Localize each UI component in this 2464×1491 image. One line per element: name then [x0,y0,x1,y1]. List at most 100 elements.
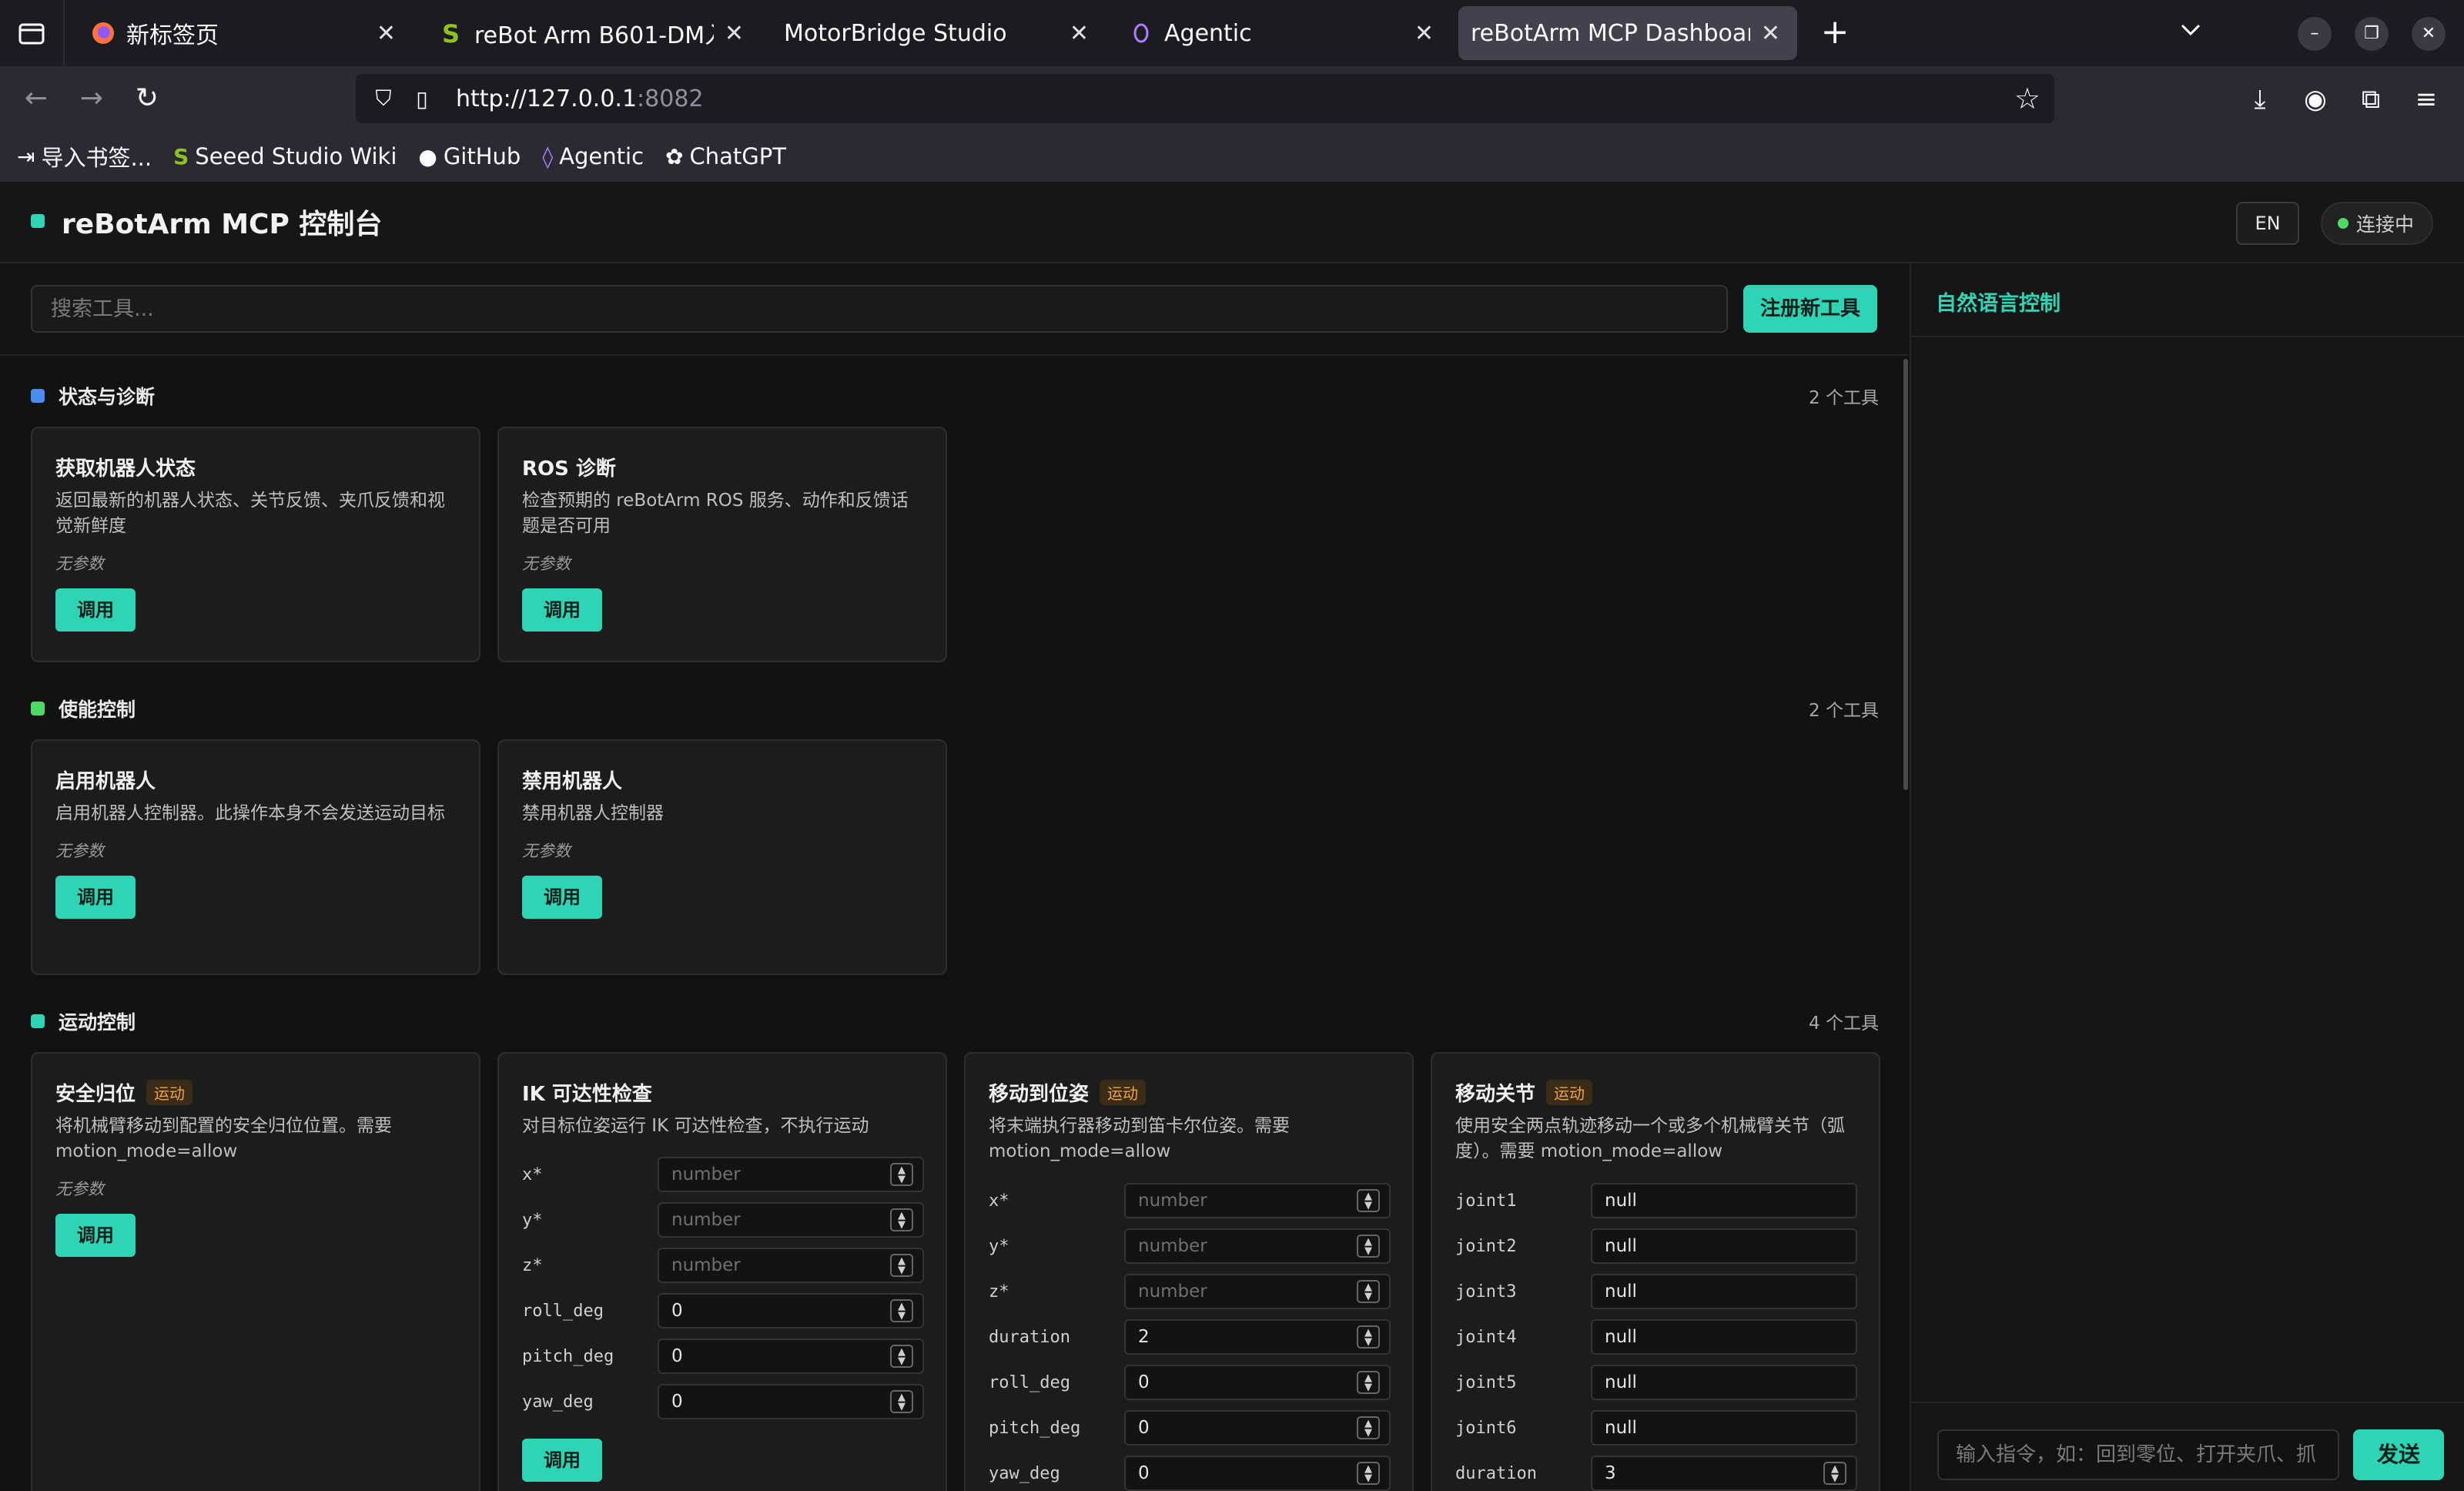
search-input[interactable] [31,285,1728,333]
stepper-icon[interactable]: ▲ ▼ [1357,1235,1380,1258]
stepper-icon[interactable]: ▲ ▼ [890,1390,913,1413]
section-dot-icon [31,389,45,403]
no-params-label: 无参数 [522,555,571,573]
back-arrow-icon[interactable]: ← [17,80,55,119]
shield-icon[interactable]: ⛉ [368,85,399,112]
tool-title: IK 可达性检查 [522,1082,652,1106]
param-input-y[interactable]: number ▲ ▼ [1124,1228,1391,1264]
param-input-duration[interactable]: 3 ▲ ▼ [1591,1456,1857,1491]
close-icon[interactable]: ✕ [725,20,744,47]
tab-overview-button[interactable] [0,0,65,66]
param-row-joint3: joint3 null [1455,1274,1863,1309]
bookmark-import[interactable]: ⇥ 导入书签... [17,140,152,173]
page-icon[interactable]: ▯ [407,86,437,112]
param-row-duration: duration 2 ▲ ▼ [989,1319,1397,1355]
stepper-icon[interactable]: ▲ ▼ [890,1299,913,1322]
account-icon[interactable]: ◉ [2296,80,2335,119]
param-input-roll[interactable]: 0 ▲ ▼ [658,1293,924,1328]
chatgpt-icon: ✿ [665,143,684,169]
param-label: joint6 [1455,1418,1517,1438]
param-input-yaw[interactable]: 0 ▲ ▼ [658,1384,924,1419]
invoke-button[interactable]: 调用 [55,1214,136,1257]
param-input-joint3[interactable]: null [1591,1274,1857,1309]
download-icon[interactable]: ⤓ [2241,80,2279,119]
param-value: null [1605,1418,1637,1438]
tool-title-text: 安全归位 [55,1082,136,1106]
invoke-button[interactable]: 调用 [522,876,602,919]
close-icon[interactable]: ✕ [1070,20,1089,47]
tool-title-text: 移动关节 [1455,1082,1536,1106]
stepper-icon[interactable]: ▲ ▼ [1357,1189,1380,1212]
browser-tab-3[interactable]: MotorBridge Studio ✕ [767,6,1106,60]
param-input-joint4[interactable]: null [1591,1319,1857,1355]
forward-arrow-icon[interactable]: → [72,80,111,119]
param-input-yaw[interactable]: 0 ▲ ▼ [1124,1456,1391,1491]
window-close-icon[interactable]: ✕ [2412,17,2446,51]
param-input-pitch[interactable]: 0 ▲ ▼ [1124,1410,1391,1446]
menu-icon[interactable]: ≡ [2407,80,2446,119]
invoke-button[interactable]: 调用 [55,588,136,632]
seeed-icon: S [173,143,189,169]
invoke-button[interactable]: 调用 [522,588,602,632]
send-button[interactable]: 发送 [2353,1429,2444,1480]
tool-card-move-to-pose: 移动到位姿 运动 将末端执行器移动到笛卡尔位姿。需要 motion_mode=al… [964,1052,1414,1491]
reload-icon[interactable]: ↻ [128,80,166,119]
stepper-icon[interactable]: ▲ ▼ [1357,1416,1380,1439]
param-row-z: z* number ▲ ▼ [989,1274,1397,1309]
browser-nav-bar: ← → ↻ ⛉ ▯ http://127.0.0.1:8082 ☆ ⤓ ◉ ⧉ … [0,66,2464,131]
param-input-y[interactable]: number ▲ ▼ [658,1202,924,1238]
section-count: 4 个工具 [1809,1014,1879,1034]
bookmark-seeed-wiki[interactable]: S Seeed Studio Wiki [173,143,397,169]
agentic-icon [1129,21,1153,45]
stepper-icon[interactable]: ▲ ▼ [890,1254,913,1277]
stepper-icon[interactable]: ▲ ▼ [1357,1325,1380,1349]
minimize-icon[interactable]: – [2298,17,2332,51]
invoke-button[interactable]: 调用 [55,876,136,919]
param-input-z[interactable]: number ▲ ▼ [658,1248,924,1283]
tab-list-chevron-down-icon[interactable] [2179,17,2202,44]
browser-tab-4[interactable]: Agentic ✕ [1112,6,1451,60]
bookmark-chatgpt[interactable]: ✿ ChatGPT [665,143,786,169]
tool-card-move-joints: 移动关节 运动 使用安全两点轨迹移动一个或多个机械臂关节（弧度）。需要 motio… [1431,1052,1880,1491]
param-value: 3 [1605,1463,1616,1483]
param-input-roll[interactable]: 0 ▲ ▼ [1124,1365,1391,1400]
param-label: y* [989,1236,1009,1256]
browser-tab-2[interactable]: S reBot Arm B601-DM入门指南 ✕ [422,6,761,60]
param-input-joint2[interactable]: null [1591,1228,1857,1264]
bookmark-star-icon[interactable]: ☆ [2014,82,2040,116]
language-toggle-button[interactable]: EN [2236,202,2299,245]
bookmark-label: 导入书签... [41,145,152,171]
param-input-joint1[interactable]: null [1591,1183,1857,1218]
close-icon[interactable]: ✕ [1761,20,1780,47]
param-input-duration[interactable]: 2 ▲ ▼ [1124,1319,1391,1355]
close-icon[interactable]: ✕ [377,20,396,47]
restore-icon[interactable]: ❐ [2355,17,2389,51]
register-tool-button[interactable]: 注册新工具 [1743,285,1877,333]
tool-description: 将机械臂移动到配置的安全归位位置。需要 motion_mode=allow [55,1116,392,1161]
param-input-joint6[interactable]: null [1591,1410,1857,1446]
stepper-icon[interactable]: ▲ ▼ [890,1163,913,1186]
param-input-joint5[interactable]: null [1591,1365,1857,1400]
stepper-icon[interactable]: ▲ ▼ [1357,1280,1380,1303]
stepper-icon[interactable]: ▲ ▼ [1357,1371,1380,1394]
scrollbar[interactable] [1903,359,1908,790]
bookmark-github[interactable]: ● GitHub [418,143,521,169]
browser-tab-1[interactable]: 新标签页 ✕ [74,6,413,60]
browser-tab-5-active[interactable]: reBotArm MCP Dashboard ✕ [1458,6,1797,60]
param-input-pitch[interactable]: 0 ▲ ▼ [658,1339,924,1374]
stepper-icon[interactable]: ▲ ▼ [890,1208,913,1231]
close-icon[interactable]: ✕ [1414,20,1434,47]
extensions-icon[interactable]: ⧉ [2352,80,2390,119]
tab-title: MotorBridge Studio [784,19,1007,47]
stepper-icon[interactable]: ▲ ▼ [890,1345,913,1368]
new-tab-button[interactable]: + [1816,14,1854,52]
url-bar[interactable]: ⛉ ▯ http://127.0.0.1:8082 ☆ [356,74,2054,123]
nl-command-input[interactable] [1937,1429,2339,1480]
invoke-button[interactable]: 调用 [522,1439,602,1482]
param-input-x[interactable]: number ▲ ▼ [1124,1183,1391,1218]
stepper-icon[interactable]: ▲ ▼ [1357,1462,1380,1485]
param-input-x[interactable]: number ▲ ▼ [658,1157,924,1192]
bookmark-agentic[interactable]: ◊ Agentic [542,143,644,169]
stepper-icon[interactable]: ▲ ▼ [1823,1462,1846,1485]
param-input-z[interactable]: number ▲ ▼ [1124,1274,1391,1309]
